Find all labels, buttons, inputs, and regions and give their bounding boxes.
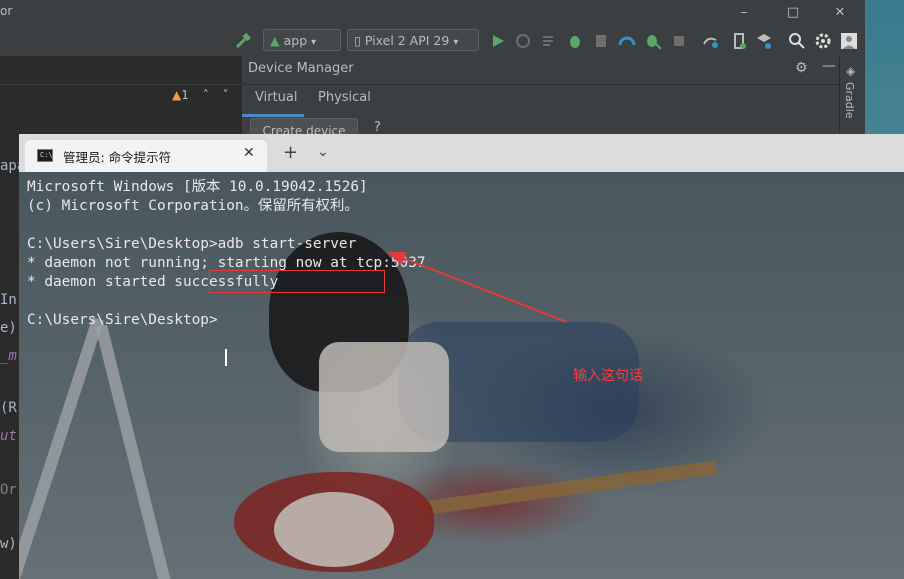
terminal-body[interactable]: Microsoft Windows [版本 10.0.19042.1526] (c… bbox=[19, 172, 904, 579]
tab-title: 管理员: 命令提示符 bbox=[63, 150, 172, 165]
android-icon: ▲ bbox=[270, 33, 280, 48]
coverage-icon[interactable] bbox=[592, 32, 610, 50]
gradle-elephant-icon: ◈ bbox=[846, 64, 856, 78]
sync-gradle-icon[interactable] bbox=[702, 32, 720, 50]
chevron-down-icon[interactable]: ⌄ bbox=[317, 144, 329, 160]
apply-code-changes-icon[interactable] bbox=[540, 32, 558, 50]
code-fragment: _m bbox=[0, 348, 17, 364]
code-fragment: In bbox=[0, 292, 17, 308]
inspection-warning-indicator[interactable]: ▲1 ˄ ˅ bbox=[172, 88, 229, 102]
settings-gear-icon[interactable] bbox=[814, 32, 832, 50]
warning-icon: ▲ bbox=[172, 88, 182, 102]
code-fragment: ut bbox=[0, 428, 17, 444]
code-fragment: Or bbox=[0, 482, 17, 498]
minimize-button[interactable]: – bbox=[729, 3, 759, 23]
cmd-icon: C:\ bbox=[37, 149, 53, 162]
chevron-down-icon[interactable]: ˅ bbox=[223, 88, 229, 102]
settings-gear-icon[interactable]: ⚙ bbox=[795, 60, 808, 76]
warning-count: 1 bbox=[181, 88, 189, 102]
chevron-down-icon: ▾ bbox=[311, 37, 317, 48]
ide-window-title: or bbox=[0, 4, 13, 18]
debug-bug-icon[interactable] bbox=[566, 32, 584, 50]
avd-manager-icon[interactable] bbox=[730, 32, 748, 50]
ide-title-bar: or – □ ✕ bbox=[0, 0, 865, 26]
close-window-button[interactable]: ✕ bbox=[825, 3, 855, 23]
tab-physical[interactable]: Physical bbox=[318, 90, 371, 105]
annotation-label: 输入这句话 bbox=[573, 368, 643, 384]
account-avatar-icon[interactable] bbox=[840, 32, 858, 50]
cmd-icon-text: C:\ bbox=[40, 151, 53, 159]
run-configuration-select[interactable]: ▲ app ▾ bbox=[263, 29, 341, 51]
active-tab-indicator bbox=[242, 114, 304, 117]
chevron-down-icon: ▾ bbox=[453, 37, 459, 48]
code-fragment: w) bbox=[0, 536, 17, 552]
editor-divider bbox=[0, 84, 242, 85]
new-tab-button[interactable]: + bbox=[283, 142, 298, 163]
profiler-icon[interactable] bbox=[618, 32, 636, 50]
sdk-manager-icon[interactable] bbox=[755, 32, 773, 50]
annotation-arrow bbox=[387, 252, 568, 323]
close-icon[interactable]: ✕ bbox=[243, 145, 255, 161]
phone-icon: ▯ bbox=[354, 33, 361, 48]
run-config-label: app bbox=[283, 33, 308, 48]
apply-changes-icon[interactable] bbox=[514, 32, 532, 50]
command-prompt-window: C:\ 管理员: 命令提示符 ✕ + ⌄ Microsoft Windows [… bbox=[19, 134, 904, 579]
tab-virtual[interactable]: Virtual bbox=[255, 90, 297, 105]
device-label: Pixel 2 API 29 bbox=[364, 33, 450, 48]
ide-toolbar: ▲ app ▾ ▯ Pixel 2 API 29 ▾ bbox=[0, 26, 865, 57]
terminal-tab[interactable]: C:\ 管理员: 命令提示符 ✕ bbox=[25, 140, 267, 172]
attach-debugger-icon[interactable] bbox=[644, 32, 662, 50]
hide-panel-icon[interactable]: — bbox=[822, 58, 836, 74]
build-hammer-icon[interactable] bbox=[234, 32, 252, 50]
code-fragment: (R bbox=[0, 400, 17, 416]
run-icon[interactable] bbox=[489, 32, 507, 50]
maximize-button[interactable]: □ bbox=[778, 3, 808, 23]
terminal-tab-bar: C:\ 管理员: 命令提示符 ✕ + ⌄ bbox=[19, 134, 904, 172]
help-icon[interactable]: ? bbox=[374, 120, 381, 135]
device-manager-title: Device Manager bbox=[248, 61, 354, 76]
gradle-tool-button[interactable]: Gradle bbox=[843, 82, 856, 119]
search-icon[interactable] bbox=[788, 32, 806, 50]
code-fragment: e) bbox=[0, 320, 17, 336]
device-select[interactable]: ▯ Pixel 2 API 29 ▾ bbox=[347, 29, 479, 51]
chevron-up-icon[interactable]: ˄ bbox=[203, 88, 209, 102]
stop-icon[interactable] bbox=[670, 32, 688, 50]
